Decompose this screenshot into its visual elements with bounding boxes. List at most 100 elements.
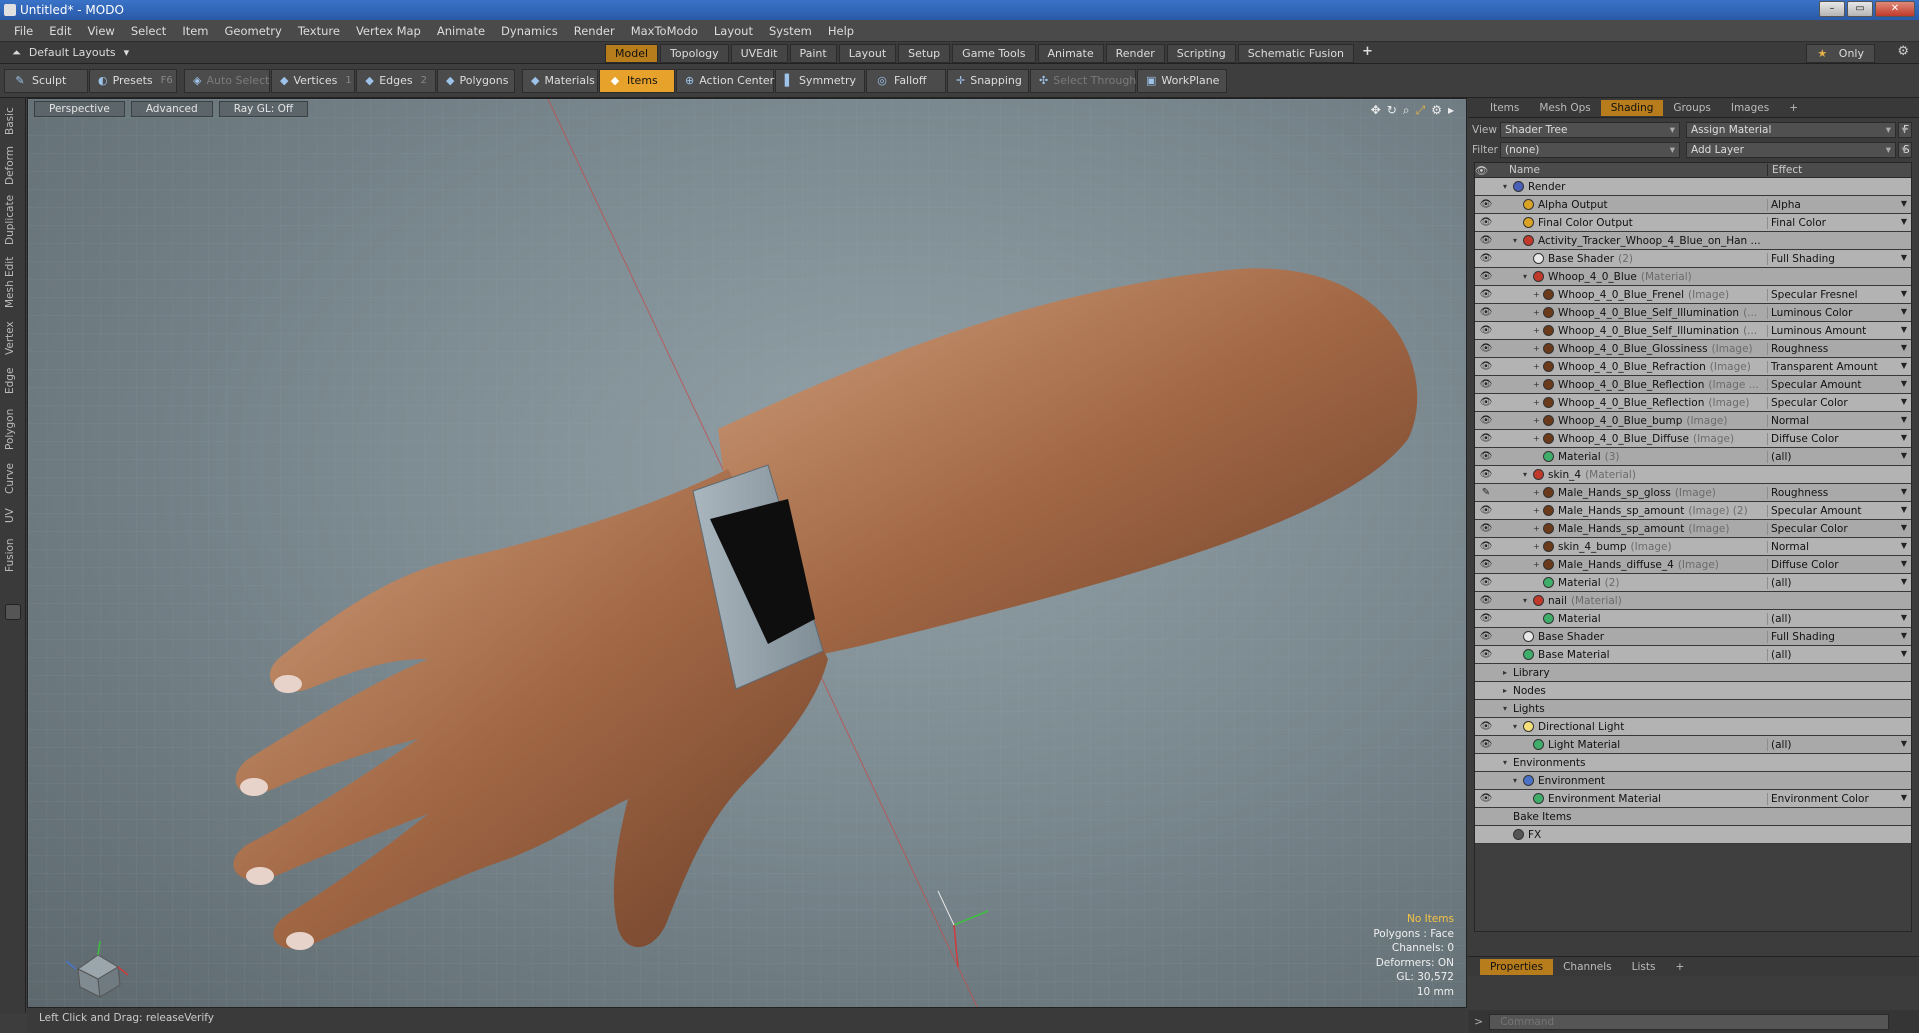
gear-icon[interactable]: ⚙ <box>1897 44 1909 59</box>
tab-scripting[interactable]: Scripting <box>1166 44 1236 63</box>
eye-icon[interactable]: 👁 <box>1475 343 1497 354</box>
default-layouts-dropdown[interactable]: ⏶ Default Layouts ▾ <box>12 46 129 60</box>
polygons-button[interactable]: ◆ Polygons <box>437 68 515 93</box>
tab-fusion[interactable]: Fusion <box>4 534 22 576</box>
rotate-icon[interactable]: ↻ <box>1387 103 1397 118</box>
tab-channels[interactable]: Channels <box>1553 959 1622 975</box>
row-effect-cell[interactable]: Specular Color ▼ <box>1767 522 1911 535</box>
command-input[interactable] <box>1489 1013 1890 1030</box>
shader-tree-row[interactable]: Bake Items <box>1475 808 1911 826</box>
effect-dropdown-icon[interactable]: ▼ <box>1901 739 1907 748</box>
effect-dropdown-icon[interactable]: ▼ <box>1901 253 1907 262</box>
row-effect-cell[interactable]: Normal ▼ <box>1767 414 1911 427</box>
effect-dropdown-icon[interactable]: ▼ <box>1901 199 1907 208</box>
add-layer-select[interactable]: Add Layer <box>1686 142 1896 158</box>
eye-icon[interactable]: 👁 <box>1475 595 1497 606</box>
symmetry-button[interactable]: ▌ Symmetry <box>775 68 865 93</box>
tab-groups[interactable]: Groups <box>1663 100 1720 116</box>
edges-button[interactable]: ◆ Edges 2 <box>356 68 436 93</box>
expand-toggle-icon[interactable]: + <box>1533 398 1543 407</box>
tab-animate[interactable]: Animate <box>1037 44 1104 63</box>
shader-tree-row[interactable]: 👁 + Whoop_4_0_Blue_Self_Illumination (... Lu… <box>1475 304 1911 322</box>
menu-dynamics[interactable]: Dynamics <box>493 24 566 38</box>
expand-toggle-icon[interactable]: ▾ <box>1503 182 1513 191</box>
shader-tree-row[interactable]: 👁 ▾ Activity_Tracker_Whoop_4_Blue_on_Han .… <box>1475 232 1911 250</box>
eye-icon[interactable]: 👁 <box>1475 415 1497 426</box>
tab-items[interactable]: Items <box>1480 100 1529 116</box>
add-properties-tab-button[interactable]: + <box>1665 959 1694 975</box>
expand-toggle-icon[interactable]: + <box>1533 488 1543 497</box>
row-effect-cell[interactable]: Specular Amount ▼ <box>1767 378 1911 391</box>
row-effect-cell[interactable]: (all) ▼ <box>1767 648 1911 661</box>
add-tab-button[interactable]: + <box>1356 44 1379 63</box>
menu-item[interactable]: Item <box>174 24 216 38</box>
row-effect-cell[interactable]: Diffuse Color ▼ <box>1767 558 1911 571</box>
eye-icon[interactable]: 👁 <box>1475 433 1497 444</box>
shader-tree-row[interactable]: ▾ Render <box>1475 178 1911 196</box>
tab-setup[interactable]: Setup <box>898 44 951 63</box>
shader-tree-row[interactable]: 👁 + Whoop_4_0_Blue_bump (Image) Normal ▼ <box>1475 412 1911 430</box>
name-column-header[interactable]: Name <box>1497 164 1767 176</box>
shader-tree-row[interactable]: 👁 ▾ Whoop_4_0_Blue (Material) <box>1475 268 1911 286</box>
presets-button[interactable]: ◐ Presets F6 <box>89 68 177 93</box>
effect-dropdown-icon[interactable]: ▼ <box>1901 613 1907 622</box>
row-effect-cell[interactable]: Final Color ▼ <box>1767 216 1911 229</box>
effect-dropdown-icon[interactable]: ▼ <box>1901 649 1907 658</box>
shader-tree-row[interactable]: 👁 + Male_Hands_sp_amount (Image) (2) Specula… <box>1475 502 1911 520</box>
shader-tree-row[interactable]: 👁 + Whoop_4_0_Blue_Reflection (Image) Specul… <box>1475 394 1911 412</box>
eye-icon[interactable]: 👁 <box>1475 721 1497 732</box>
menu-animate[interactable]: Animate <box>429 24 493 38</box>
add-panel-tab-button[interactable]: + <box>1779 100 1808 116</box>
effect-dropdown-icon[interactable]: ▼ <box>1901 631 1907 640</box>
tab-images[interactable]: Images <box>1721 100 1779 116</box>
expand-toggle-icon[interactable]: ▾ <box>1523 596 1533 605</box>
row-effect-cell[interactable]: Normal ▼ <box>1767 540 1911 553</box>
shader-tree-row[interactable]: 👁 ▾ skin_4 (Material) <box>1475 466 1911 484</box>
maximize-button[interactable]: ▭ <box>1847 1 1873 17</box>
row-effect-cell[interactable]: Diffuse Color ▼ <box>1767 432 1911 445</box>
shading-mode-button[interactable]: Advanced <box>130 101 213 117</box>
shader-tree-row[interactable]: 👁 + Whoop_4_0_Blue_Glossiness (Image) Roughn… <box>1475 340 1911 358</box>
effect-dropdown-icon[interactable]: ▼ <box>1901 559 1907 568</box>
tab-uv[interactable]: UV <box>4 502 22 530</box>
effect-dropdown-icon[interactable]: ▼ <box>1901 217 1907 226</box>
tab-duplicate[interactable]: Duplicate <box>4 194 22 246</box>
viewport-gear-icon[interactable]: ⚙ <box>1431 103 1442 118</box>
shader-tree-row[interactable]: ▾ Lights <box>1475 700 1911 718</box>
menu-view[interactable]: View <box>80 24 123 38</box>
3d-viewport[interactable]: Perspective Advanced Ray GL: Off ✥ ↻ ⌕ ⤢… <box>27 98 1467 1008</box>
effect-column-header[interactable]: Effect <box>1767 164 1911 176</box>
shader-tree-row[interactable]: ▸ Nodes <box>1475 682 1911 700</box>
shader-tree-row[interactable]: 👁 ▾ nail (Material) <box>1475 592 1911 610</box>
menu-layout[interactable]: Layout <box>706 24 761 38</box>
expand-toggle-icon[interactable]: + <box>1533 290 1543 299</box>
effect-dropdown-icon[interactable]: ▼ <box>1901 379 1907 388</box>
effect-dropdown-icon[interactable]: ▼ <box>1901 325 1907 334</box>
expand-toggle-icon[interactable]: + <box>1533 344 1543 353</box>
menu-geometry[interactable]: Geometry <box>217 24 290 38</box>
tab-vertex[interactable]: Vertex <box>4 318 22 358</box>
maximize-view-icon[interactable]: ⤢ <box>1416 103 1426 118</box>
auto-select-button[interactable]: ◈ Auto Select <box>184 68 270 93</box>
menu-edit[interactable]: Edit <box>41 24 79 38</box>
tab-edge[interactable]: Edge <box>4 364 22 398</box>
s-button[interactable]: S <box>1898 142 1912 158</box>
effect-dropdown-icon[interactable]: ▼ <box>1901 487 1907 496</box>
tab-paint[interactable]: Paint <box>789 44 837 63</box>
eye-icon[interactable]: 👁 <box>1475 361 1497 372</box>
expand-toggle-icon[interactable]: ▸ <box>1503 668 1513 677</box>
shader-tree-row[interactable]: 👁 ▾ Directional Light <box>1475 718 1911 736</box>
effect-dropdown-icon[interactable]: ▼ <box>1901 793 1907 802</box>
expand-toggle-icon[interactable]: + <box>1533 380 1543 389</box>
tab-mesh-edit[interactable]: Mesh Edit <box>4 254 22 310</box>
row-effect-cell[interactable]: Environment Color ▼ <box>1767 792 1911 805</box>
tab-model[interactable]: Model <box>605 44 659 63</box>
row-effect-cell[interactable]: Luminous Amount ▼ <box>1767 324 1911 337</box>
effect-dropdown-icon[interactable]: ▼ <box>1901 307 1907 316</box>
expand-toggle-icon[interactable]: + <box>1533 524 1543 533</box>
menu-render[interactable]: Render <box>566 24 623 38</box>
eye-icon[interactable]: 👁 <box>1475 289 1497 300</box>
shader-tree-row[interactable]: ▾ Environments <box>1475 754 1911 772</box>
f-button[interactable]: F <box>1898 122 1912 138</box>
eye-icon[interactable]: 👁 <box>1475 271 1497 282</box>
